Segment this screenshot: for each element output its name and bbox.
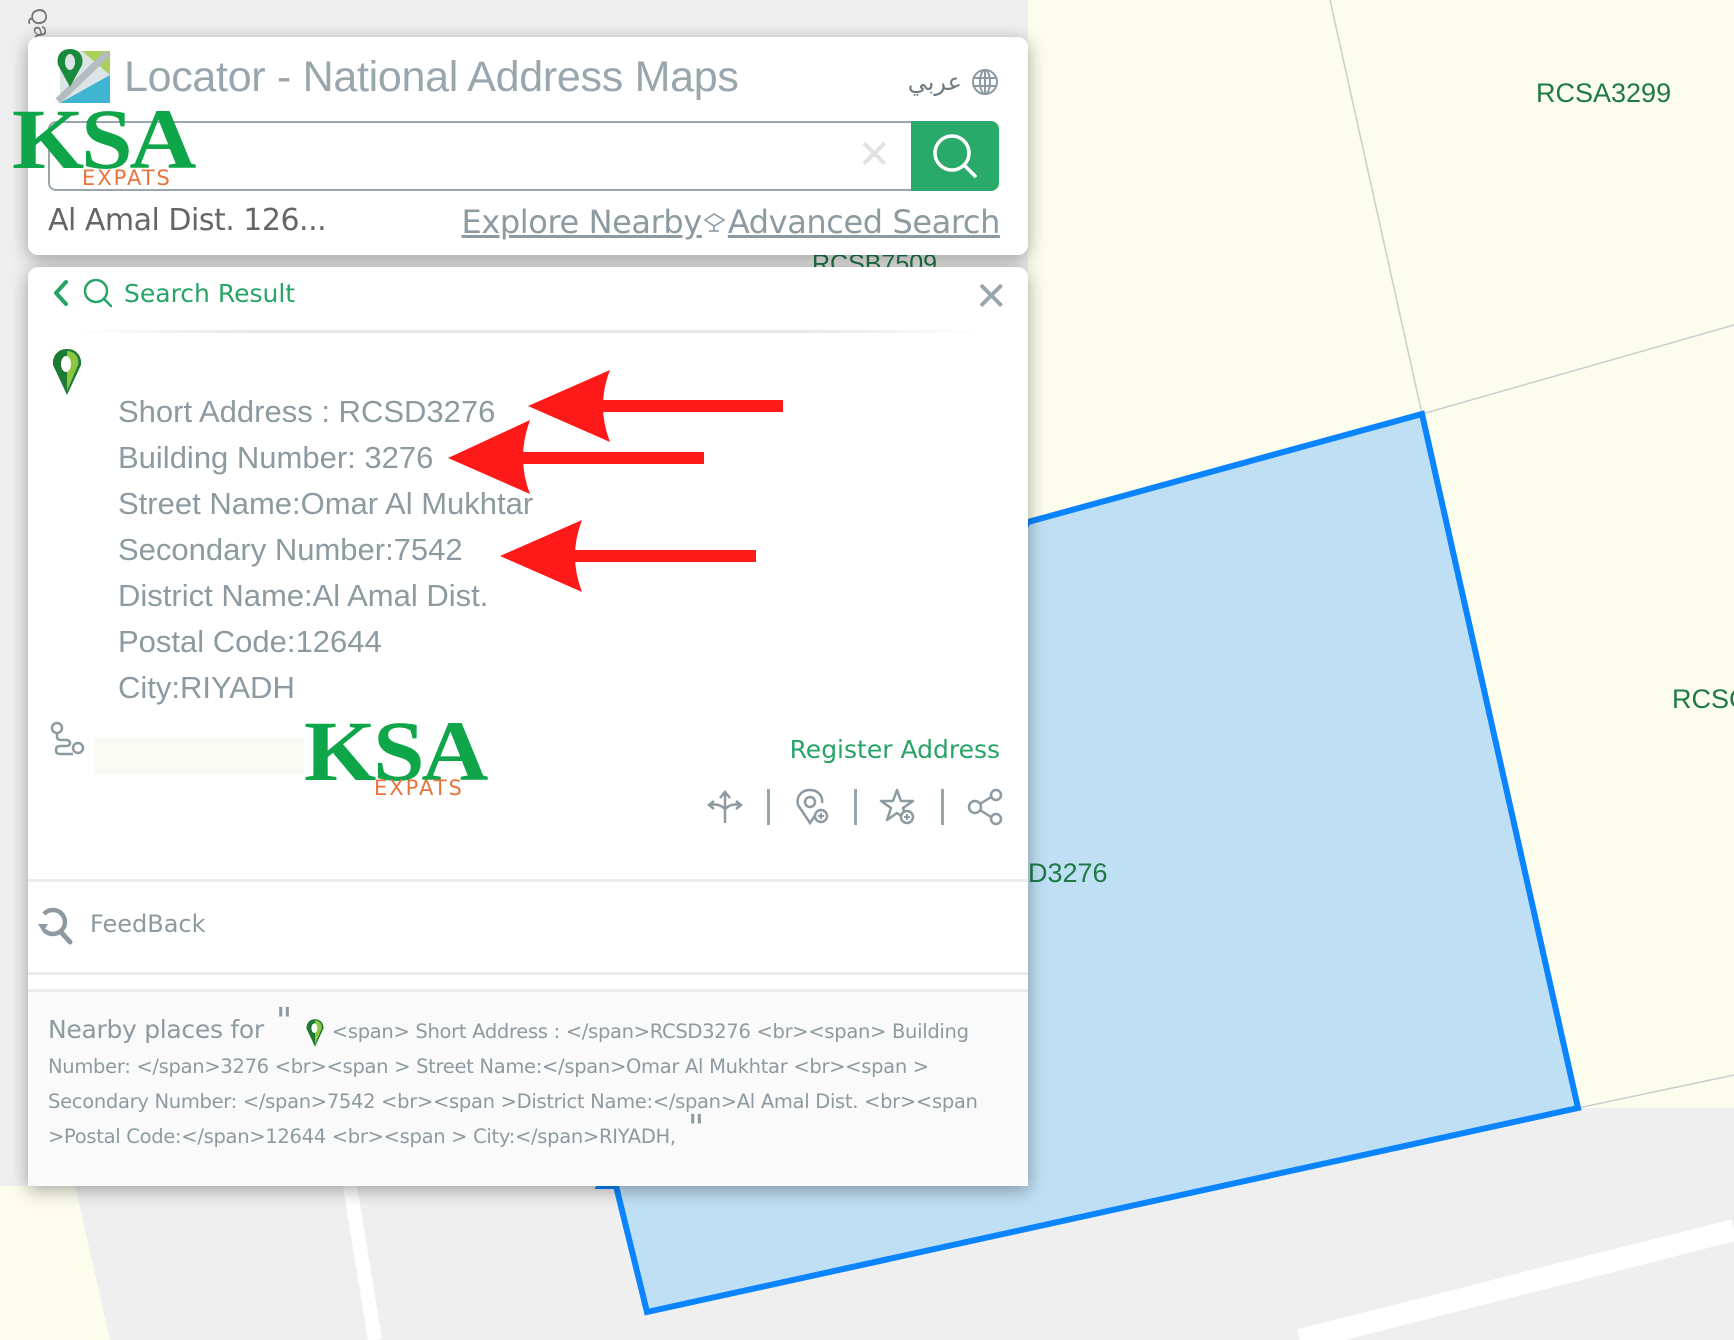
nearby-places-section: Nearby places for " <span> Short Address… — [28, 989, 1028, 1186]
directions-icon[interactable] — [705, 787, 745, 827]
clear-search-icon[interactable]: ✕ — [857, 135, 891, 175]
feedback-button[interactable]: FeedBack — [28, 879, 1028, 975]
search-result-header: Search Result — [50, 277, 295, 309]
language-toggle-label: عربي — [907, 68, 962, 96]
close-result-button[interactable]: ✕ — [974, 277, 1008, 317]
back-chevron-icon[interactable] — [50, 278, 72, 308]
ksa-expats-watermark: KSA EXPATS — [12, 96, 197, 190]
district-name: District Name:Al Amal Dist. — [118, 578, 489, 613]
toolbar-separator — [941, 789, 944, 825]
header-divider — [68, 330, 988, 333]
watermark-expats-text: EXPATS — [82, 166, 172, 190]
add-location-icon[interactable] — [792, 787, 832, 827]
watermark-expats-text: EXPATS — [374, 776, 464, 800]
location-pin-icon — [52, 349, 82, 395]
open-quote: " — [275, 1001, 293, 1042]
map-label-road: Qa — [25, 6, 56, 40]
advanced-search-link[interactable]: Advanced Search — [728, 203, 1001, 241]
search-icon — [83, 278, 113, 308]
app-title: Locator - National Address Maps — [124, 53, 739, 101]
binoculars-icon — [703, 213, 726, 232]
search-result-panel: Search Result ✕ Short Address : RCSD3276… — [28, 267, 1028, 1186]
toolbar-separator — [767, 789, 770, 825]
map-label-parcel: RCSA3299 — [1536, 78, 1672, 108]
nearby-places-text: Nearby places for " <span> Short Address… — [48, 1004, 1008, 1154]
register-address-link[interactable]: Register Address — [790, 735, 1000, 764]
map-label-parcel: RCSC — [1672, 684, 1734, 714]
location-summary: Al Amal Dist. 126... — [48, 203, 327, 238]
address-details: Short Address : RCSD3276 Building Number… — [118, 389, 533, 711]
ksa-expats-watermark: KSA EXPATS — [304, 708, 489, 800]
search-result-title: Search Result — [124, 278, 296, 308]
toolbar-separator — [854, 789, 857, 825]
close-quote: " — [687, 1108, 705, 1149]
action-toolbar — [705, 787, 1006, 827]
globe-icon — [972, 69, 998, 95]
add-favorite-star-icon[interactable] — [879, 787, 919, 827]
redacted-area — [94, 737, 304, 775]
secondary-number: Secondary Number:7542 — [118, 532, 463, 567]
route-icon[interactable] — [48, 720, 88, 760]
explore-nearby-link[interactable]: Explore Nearby — [462, 203, 703, 241]
share-icon[interactable] — [966, 787, 1006, 827]
feedback-label: FeedBack — [90, 910, 206, 938]
street-name: Street Name:Omar Al Mukhtar — [118, 486, 534, 521]
search-icon — [933, 134, 977, 178]
feedback-search-icon — [38, 907, 73, 945]
location-pin-icon — [306, 1018, 324, 1047]
search-button[interactable] — [911, 121, 999, 191]
nearby-lead: Nearby places for — [48, 1015, 264, 1044]
language-toggle[interactable]: عربي — [908, 67, 1000, 97]
short-address: Short Address : RCSD3276 — [118, 394, 496, 429]
building-number: Building Number: 3276 — [118, 440, 434, 475]
postal-code: Postal Code:12644 — [118, 624, 382, 659]
map-label-selected-parcel: D3276 — [1028, 858, 1108, 888]
